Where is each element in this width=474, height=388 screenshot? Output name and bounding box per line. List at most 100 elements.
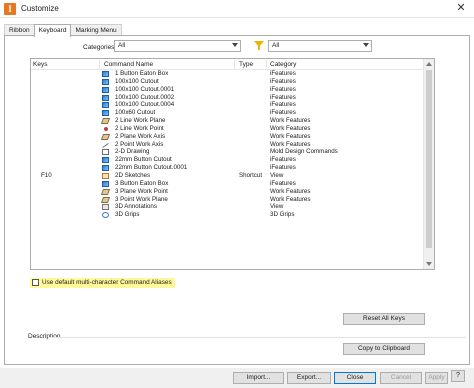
chevron-down-icon xyxy=(363,43,369,47)
column-header-keys[interactable]: Keys xyxy=(33,61,47,68)
feature-icon xyxy=(102,165,109,172)
list-item[interactable]: 3D Grips 3D Grips xyxy=(31,211,424,219)
row-category: iFeatures xyxy=(270,101,296,109)
categories-label: Categories xyxy=(83,44,115,51)
command-aliases-checkbox[interactable] xyxy=(32,279,39,286)
tab-keyboard[interactable]: Keyboard xyxy=(33,24,72,37)
list-item[interactable]: 2 Line Work Plane Work Features xyxy=(31,117,424,125)
row-command-name: 100x100 Cutout.0002 xyxy=(115,93,175,101)
drawing-icon xyxy=(102,149,109,156)
list-item[interactable]: F10 2D Sketches Shortcut View xyxy=(31,172,424,180)
list-item[interactable]: 2 Point Work Axis Work Features xyxy=(31,141,424,149)
categories-dropdown[interactable]: All xyxy=(114,40,241,52)
list-item[interactable]: 2-D Drawing Mold Design Commands xyxy=(31,148,424,156)
plane-icon xyxy=(100,118,111,125)
column-divider[interactable] xyxy=(234,60,235,69)
import-button[interactable]: Import... xyxy=(233,372,284,384)
row-command-name: 2 Line Work Point xyxy=(115,124,164,132)
filter-icon-stem xyxy=(258,46,260,50)
feature-icon xyxy=(102,86,109,93)
row-category: iFeatures xyxy=(270,93,296,101)
copy-to-clipboard-button[interactable]: Copy to Clipboard xyxy=(343,343,425,355)
apply-button[interactable]: Apply xyxy=(425,372,448,384)
filter-dropdown[interactable]: All xyxy=(268,40,372,52)
feature-icon xyxy=(102,180,109,187)
list-item[interactable]: 2 Line Work Point Work Features xyxy=(31,125,424,133)
row-command-name: 22mm Button Cutout xyxy=(115,156,172,164)
scrollbar-thumb[interactable] xyxy=(426,70,432,248)
column-header-category[interactable]: Category xyxy=(270,61,296,68)
row-command-name: 3 Plane Work Point xyxy=(115,187,168,195)
list-item[interactable]: 3D Annotations View xyxy=(31,203,424,211)
row-category: Work Features xyxy=(270,132,311,140)
row-category: Work Features xyxy=(270,117,311,125)
row-category: iFeatures xyxy=(270,77,296,85)
vertical-scrollbar[interactable] xyxy=(423,59,434,269)
row-category: View xyxy=(270,203,284,211)
annotation-icon xyxy=(102,204,109,211)
list-item[interactable]: 2 Plane Work Axis Work Features xyxy=(31,133,424,141)
grip-icon xyxy=(102,212,109,219)
row-command-name: 2 Plane Work Axis xyxy=(115,132,166,140)
row-command-name: 3 Button Eaton Box xyxy=(115,179,169,187)
help-button[interactable]: ? xyxy=(451,370,465,382)
row-category: Work Features xyxy=(270,140,311,148)
list-item[interactable]: 3 Plane Work Point Work Features xyxy=(31,188,424,196)
row-type: Shortcut xyxy=(239,171,263,179)
row-category: Work Features xyxy=(270,195,311,203)
list-item[interactable]: 100x60 Cutout iFeatures xyxy=(31,109,424,117)
scroll-down-icon[interactable] xyxy=(426,262,432,266)
row-command-name: 100x100 Cutout xyxy=(115,77,159,85)
scroll-up-icon[interactable] xyxy=(426,62,432,66)
description-divider xyxy=(48,337,466,338)
row-keys: F10 xyxy=(41,171,52,179)
command-aliases-option[interactable]: Use default multi-character Command Alia… xyxy=(30,278,175,288)
point-icon xyxy=(102,126,109,132)
sketch-icon xyxy=(102,172,109,179)
row-category: iFeatures xyxy=(270,109,296,117)
row-category: Work Features xyxy=(270,124,311,132)
column-divider[interactable] xyxy=(266,60,267,69)
row-command-name: 2 Point Work Axis xyxy=(115,140,164,148)
row-category: 3D Grips xyxy=(270,211,295,219)
column-header-type[interactable]: Type xyxy=(239,61,253,68)
row-command-name: 3D Grips xyxy=(115,211,140,219)
plane-icon xyxy=(100,196,111,203)
row-command-name: 3 Point Work Plane xyxy=(115,195,168,203)
list-item[interactable]: 100x100 Cutout.0001 iFeatures xyxy=(31,86,424,94)
list-item[interactable]: 1 Button Eaton Box iFeatures xyxy=(31,70,424,78)
row-command-name: 2 Line Work Plane xyxy=(115,117,166,125)
list-item[interactable]: 22mm Button Cutout iFeatures xyxy=(31,156,424,164)
categories-value: All xyxy=(118,42,126,49)
plane-icon xyxy=(100,188,111,195)
list-item[interactable]: 22mm Button Cutout.0001 iFeatures xyxy=(31,164,424,172)
cancel-button[interactable]: Cancel xyxy=(380,372,422,384)
list-item[interactable]: 3 Point Work Plane Work Features xyxy=(31,196,424,204)
chevron-down-icon xyxy=(232,43,238,47)
feature-icon xyxy=(102,94,109,101)
column-header-command-name[interactable]: Command Name xyxy=(104,61,153,68)
row-category: iFeatures xyxy=(270,156,296,164)
row-command-name: 1 Button Eaton Box xyxy=(115,70,169,77)
list-item[interactable]: 3 Button Eaton Box iFeatures xyxy=(31,180,424,188)
feature-icon xyxy=(102,78,109,85)
app-icon: I xyxy=(4,3,16,15)
reset-all-keys-button[interactable]: Reset All Keys xyxy=(343,313,425,325)
row-category: Work Features xyxy=(270,187,311,195)
column-divider[interactable] xyxy=(99,60,100,69)
list-item[interactable]: 100x100 Cutout.0002 iFeatures xyxy=(31,94,424,102)
list-item[interactable]: 100x100 Cutout.0004 iFeatures xyxy=(31,101,424,109)
row-category: Mold Design Commands xyxy=(270,148,338,156)
close-window-button[interactable]: ✕ xyxy=(452,1,470,16)
list-item[interactable]: 100x100 Cutout iFeatures xyxy=(31,78,424,86)
row-category: iFeatures xyxy=(270,164,296,172)
window-title: Customize xyxy=(21,4,59,13)
feature-icon xyxy=(102,157,109,164)
command-aliases-label: Use default multi-character Command Alia… xyxy=(42,279,172,286)
feature-icon xyxy=(102,102,109,109)
export-button[interactable]: Export... xyxy=(287,372,331,384)
row-command-name: 100x100 Cutout.0004 xyxy=(115,101,175,109)
title-bar: I Customize ✕ xyxy=(0,0,474,18)
commands-list[interactable]: Keys Command Name Type Category 1 Button… xyxy=(30,58,435,270)
close-button[interactable]: Close xyxy=(334,372,376,384)
